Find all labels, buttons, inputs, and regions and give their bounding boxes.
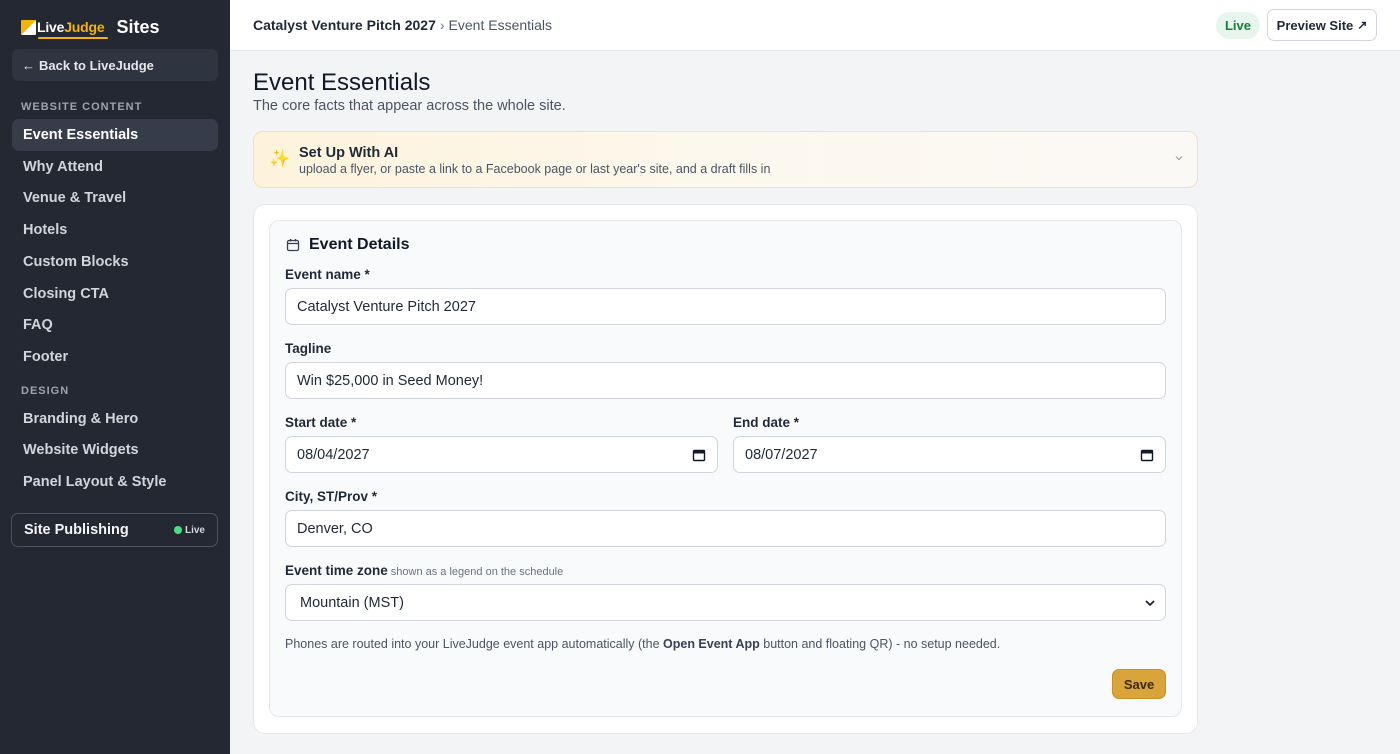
tagline-input[interactable]: Win $25,000 in Seed Money!	[285, 362, 1166, 399]
breadcrumb-current: Event Essentials	[448, 17, 553, 33]
back-to-livejudge-button[interactable]: ← Back to LiveJudge	[12, 49, 218, 81]
live-dot-icon	[173, 526, 182, 534]
publish-status-text: Live	[184, 524, 205, 536]
section-label-design: DESIGN	[21, 385, 70, 397]
sidebar-item-event-essentials[interactable]: Event Essentials	[12, 119, 218, 151]
note-text-after: button and floating QR) - no setup neede…	[759, 637, 1001, 651]
page-subtitle: The core facts that appear across the wh…	[253, 98, 566, 114]
logo-text-live: Live	[37, 19, 65, 35]
sidebar-item-faq[interactable]: FAQ	[12, 309, 218, 341]
logo-text-judge: Judge	[64, 19, 105, 35]
sidebar-item-custom-blocks[interactable]: Custom Blocks	[12, 246, 218, 278]
calendar-picker-icon[interactable]	[692, 448, 706, 462]
event-name-input[interactable]: Catalyst Venture Pitch 2027	[285, 288, 1166, 325]
livejudge-logo[interactable]: LiveJudge	[21, 19, 108, 39]
publish-status-badge: Live	[173, 524, 205, 536]
calendar-picker-icon[interactable]	[1140, 448, 1154, 462]
section-label-website-content: WEBSITE CONTENT	[21, 101, 143, 113]
sidebar-item-venue-travel[interactable]: Venue & Travel	[12, 182, 218, 214]
calendar-icon	[286, 239, 300, 252]
sidebar-item-footer[interactable]: Footer	[12, 341, 218, 373]
back-arrow-icon: ←	[22, 57, 35, 73]
timezone-value: Mountain (MST)	[300, 594, 404, 611]
back-button-label: Back to LiveJudge	[39, 57, 154, 73]
setup-with-ai-banner[interactable]: ✨ Set Up With AI upload a flyer, or past…	[253, 131, 1198, 188]
tagline-label: Tagline	[285, 341, 332, 356]
brand-title: Sites	[116, 16, 160, 37]
start-date-label: Start date *	[285, 415, 357, 430]
city-input[interactable]: Denver, CO	[285, 510, 1166, 547]
event-name-value: Catalyst Venture Pitch 2027	[297, 298, 476, 315]
tagline-value: Win $25,000 in Seed Money!	[297, 372, 484, 389]
start-date-value: 08/04/2027	[297, 446, 370, 463]
start-date-input[interactable]: 08/04/2027	[285, 436, 718, 473]
timezone-label-text: Event time zone	[285, 563, 388, 578]
timezone-hint: shown as a legend on the schedule	[390, 566, 564, 578]
sidebar-item-closing-cta[interactable]: Closing CTA	[12, 278, 218, 310]
sidebar-item-why-attend[interactable]: Why Attend	[12, 151, 218, 183]
note-open-event-app: Open Event App	[663, 637, 760, 651]
ai-banner-title: Set Up With AI	[299, 145, 399, 161]
event-name-label: Event name *	[285, 267, 370, 282]
note-text-before: Phones are routed into your LiveJudge ev…	[285, 637, 664, 651]
chevron-down-icon	[1145, 600, 1155, 607]
preview-site-button[interactable]: Preview Site ↗	[1267, 9, 1377, 41]
end-date-input[interactable]: 08/07/2027	[733, 436, 1166, 473]
city-value: Denver, CO	[297, 520, 373, 537]
logo-underline	[38, 37, 108, 39]
end-date-value: 08/07/2027	[745, 446, 818, 463]
sparkles-icon: ✨	[269, 149, 291, 168]
brand: LiveJudge Sites	[21, 16, 160, 39]
page-title: Event Essentials	[253, 69, 431, 96]
timezone-label: Event time zone shown as a legend on the …	[285, 563, 563, 578]
city-label: City, ST/Prov *	[285, 489, 378, 504]
timezone-select[interactable]: Mountain (MST)	[285, 584, 1166, 621]
sidebar: LiveJudge Sites ← Back to LiveJudge WEBS…	[0, 0, 230, 754]
live-status-badge: Live	[1216, 12, 1260, 39]
top-bar: Catalyst Venture Pitch 2027 › Event Esse…	[230, 0, 1400, 51]
site-publishing-button[interactable]: Site Publishing Live	[11, 513, 218, 547]
save-button[interactable]: Save	[1112, 669, 1166, 699]
external-link-icon: ↗	[1357, 18, 1368, 32]
end-date-label: End date *	[733, 415, 800, 430]
site-publishing-label: Site Publishing	[24, 522, 129, 538]
ai-banner-description: upload a flyer, or paste a link to a Fac…	[299, 162, 771, 176]
chevron-down-icon[interactable]	[1175, 154, 1183, 162]
phones-routing-note: Phones are routed into your LiveJudge ev…	[285, 637, 1000, 651]
sidebar-item-website-widgets[interactable]: Website Widgets	[12, 434, 218, 466]
breadcrumb-event[interactable]: Catalyst Venture Pitch 2027	[253, 17, 436, 33]
sidebar-item-panel-layout-style[interactable]: Panel Layout & Style	[12, 466, 218, 498]
preview-site-label: Preview Site	[1276, 17, 1354, 33]
sidebar-item-branding-hero[interactable]: Branding & Hero	[12, 403, 218, 435]
logo-mark-icon	[21, 19, 36, 35]
breadcrumb-separator-icon: ›	[439, 17, 445, 33]
sidebar-item-hotels[interactable]: Hotels	[12, 214, 218, 246]
event-details-header: Event Details	[286, 236, 409, 254]
event-details-title: Event Details	[309, 236, 410, 253]
breadcrumb: Catalyst Venture Pitch 2027 › Event Esse…	[253, 17, 552, 33]
